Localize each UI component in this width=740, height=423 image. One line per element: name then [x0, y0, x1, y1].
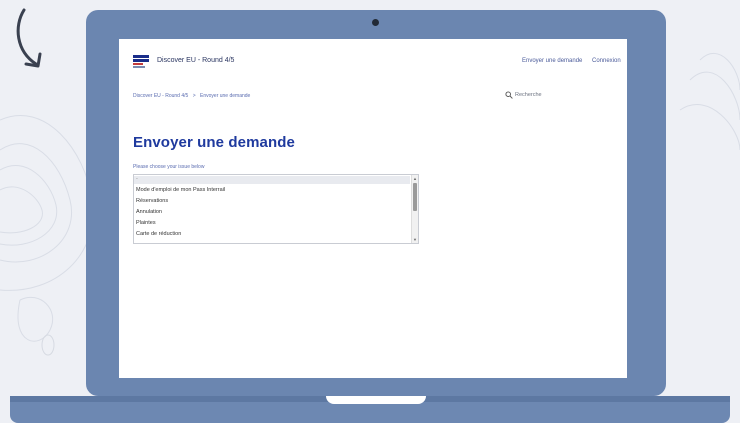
- list-option[interactable]: Plaintes: [136, 220, 406, 226]
- search-icon: [505, 91, 513, 99]
- browser-page: Discover EU - Round 4/5 Envoyer une dema…: [119, 39, 627, 378]
- curved-arrow-icon: [16, 8, 42, 68]
- brand-link[interactable]: Discover EU - Round 4/5: [157, 57, 234, 64]
- page-title: Envoyer une demande: [133, 134, 295, 151]
- list-option[interactable]: Réservations: [136, 198, 406, 204]
- search-placeholder: Recherche: [515, 92, 542, 98]
- nav-link-login[interactable]: Connexion: [592, 58, 621, 64]
- search-input[interactable]: Recherche: [503, 89, 613, 101]
- nav-link-request[interactable]: Envoyer une demande: [522, 58, 582, 64]
- issue-select-list[interactable]: - Mode d'emploi de mon Pass Interrail Ré…: [133, 174, 419, 244]
- issue-label: Please choose your issue below: [133, 164, 205, 170]
- scroll-down-icon[interactable]: ▼: [413, 237, 417, 242]
- scrollbar-thumb[interactable]: [413, 183, 417, 211]
- list-option[interactable]: Annulation: [136, 209, 406, 215]
- scrollbar[interactable]: ▲ ▼: [411, 175, 418, 243]
- site-logo[interactable]: [133, 55, 149, 68]
- breadcrumb: Discover EU - Round 4/5 > Envoyer une de…: [133, 93, 253, 99]
- laptop-base: [10, 396, 730, 423]
- breadcrumb-separator: >: [192, 93, 196, 99]
- laptop-frame: Discover EU - Round 4/5 Envoyer une dema…: [86, 10, 666, 396]
- scroll-up-icon[interactable]: ▲: [413, 176, 417, 181]
- camera-icon: [372, 19, 379, 26]
- list-option[interactable]: Carte de réduction: [136, 231, 406, 237]
- breadcrumb-item-current[interactable]: Envoyer une demande: [200, 93, 250, 99]
- list-option[interactable]: Mode d'emploi de mon Pass Interrail: [136, 187, 406, 193]
- breadcrumb-item-home[interactable]: Discover EU - Round 4/5: [133, 93, 188, 99]
- list-option[interactable]: -: [136, 176, 406, 182]
- laptop-notch: [326, 396, 426, 404]
